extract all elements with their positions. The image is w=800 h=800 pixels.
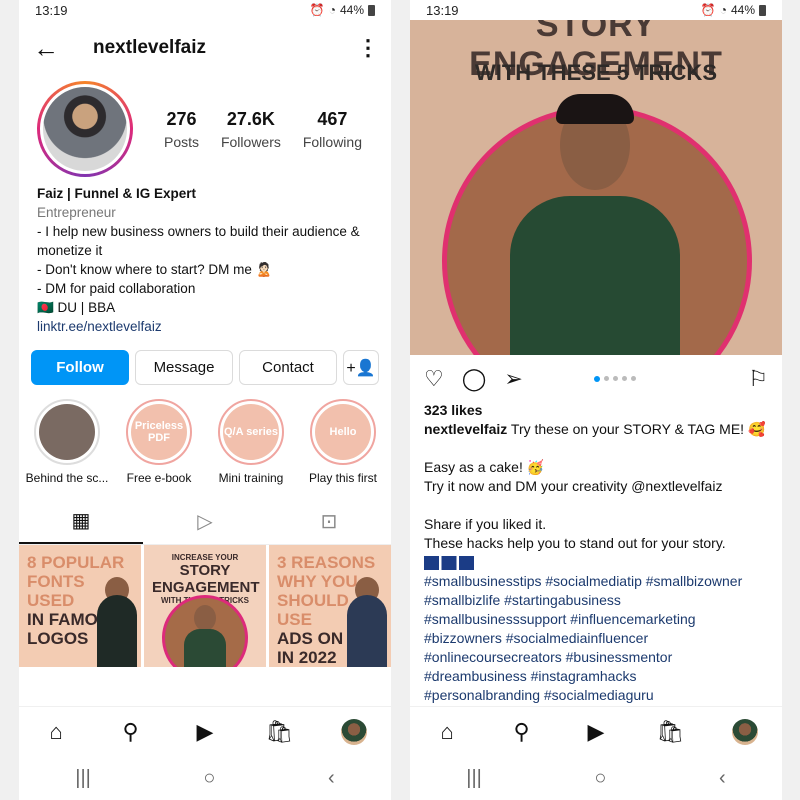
profile-tabs: ▦ ▷ ⊡ (19, 499, 391, 545)
profile-avatar[interactable] (37, 81, 133, 177)
post-image-subtitle: WITH THESE 5 TRICKS (474, 60, 717, 85)
post-screen: 13:19 ⏰ ◔ 44% STORY ENGAGEMENT WITH THES… (410, 0, 782, 800)
story-highlights: Behind the sc... Priceless PDF Free e-bo… (19, 385, 391, 485)
grid-tab-icon[interactable]: ▦ (19, 499, 143, 544)
hashtags[interactable]: #smallbusinesstips #socialmediatip #smal… (424, 572, 768, 705)
message-button[interactable]: Message (135, 350, 233, 385)
bio-line: - I help new business owners to build th… (37, 224, 360, 258)
bio-link[interactable]: linktr.ee/nextlevelfaiz (37, 317, 373, 336)
wifi-icon: ◔ (719, 3, 727, 17)
search-icon[interactable]: ⚲ (111, 719, 151, 745)
bio-name: Faiz | Funnel & IG Expert (37, 186, 197, 201)
contact-button[interactable]: Contact (239, 350, 337, 385)
alarm-icon: ⏰ (309, 3, 325, 17)
emoji-row (424, 556, 474, 571)
post-caption: 323 likes nextlevelfaiz Try these on you… (410, 401, 782, 705)
like-heart-icon[interactable]: ♡ (424, 366, 444, 392)
back-arrow-icon[interactable]: ← (33, 33, 73, 64)
bio-line: - Don't know where to start? DM me 🙎🏻 (37, 262, 273, 277)
highlight-item[interactable]: Behind the sc... (23, 399, 111, 485)
status-time: 13:19 (35, 2, 68, 18)
followers-count[interactable]: 27.6K Followers (221, 109, 281, 150)
caption-username[interactable]: nextlevelfaiz (424, 421, 507, 437)
search-icon[interactable]: ⚲ (502, 719, 542, 745)
system-back-icon[interactable]: ‹ (328, 767, 335, 790)
post-image[interactable]: STORY ENGAGEMENT WITH THESE 5 TRICKS (410, 20, 782, 355)
follow-button[interactable]: Follow (31, 350, 129, 385)
reels-icon[interactable]: ▶ (576, 719, 616, 745)
status-bar: 13:19 ⏰ ◔ 44% (410, 0, 782, 20)
bio-category: Entrepreneur (37, 205, 116, 220)
profile-username: nextlevelfaiz (93, 37, 206, 58)
posts-count[interactable]: 276 Posts (164, 109, 199, 150)
post-actions: ♡ ◯ ➢ ⚐ (410, 355, 782, 403)
bookmark-icon[interactable]: ⚐ (748, 366, 768, 392)
profile-nav-avatar[interactable] (334, 718, 374, 745)
bottom-nav: ⌂ ⚲ ▶ 🛍 (19, 706, 391, 756)
tagged-tab-icon[interactable]: ⊡ (267, 499, 391, 544)
reels-icon[interactable]: ▶ (185, 719, 225, 745)
reels-tab-icon[interactable]: ▷ (143, 499, 267, 544)
carousel-dots (481, 376, 748, 382)
profile-bio: Faiz | Funnel & IG Expert Entrepreneur -… (19, 176, 391, 336)
highlight-item[interactable]: Q/A series Mini training (207, 399, 295, 485)
system-back-icon[interactable]: ‹ (719, 767, 726, 790)
profile-screen: 13:19 ⏰ ◔ 44% ← nextlevelfaiz ⋮ 276 Post… (19, 0, 391, 800)
status-time: 13:19 (426, 2, 459, 18)
home-circle-icon[interactable]: ○ (594, 767, 606, 790)
bio-line: 🇧🇩 DU | BBA (37, 300, 116, 315)
recent-apps-icon[interactable]: ||| (75, 767, 91, 790)
profile-actions: Follow Message Contact +👤 (19, 336, 391, 385)
profile-header: ← nextlevelfaiz ⋮ (19, 20, 391, 76)
highlight-item[interactable]: Hello Play this first (299, 399, 387, 485)
grid-post[interactable]: 3 REASONS WHY YOU SHOULD USE ADS ON IG I… (269, 545, 391, 667)
system-nav-bar: ||| ○ ‹ (410, 756, 782, 800)
profile-nav-avatar[interactable] (725, 718, 765, 745)
likes-count[interactable]: 323 likes (424, 401, 768, 420)
home-icon[interactable]: ⌂ (427, 719, 467, 745)
battery-icon (368, 4, 375, 16)
following-count[interactable]: 467 Following (303, 109, 362, 150)
shop-icon[interactable]: 🛍 (259, 719, 299, 745)
home-circle-icon[interactable]: ○ (203, 767, 215, 790)
more-options-icon[interactable]: ⋮ (357, 35, 379, 61)
battery-icon (759, 4, 766, 16)
shop-icon[interactable]: 🛍 (650, 719, 690, 745)
wifi-icon: ◔ (328, 3, 336, 17)
recent-apps-icon[interactable]: ||| (466, 767, 482, 790)
grid-post[interactable]: 8 POPULAR FONTS USED IN FAMOUS LOGOS (19, 545, 141, 667)
battery-level: 44% (730, 3, 755, 17)
grid-post[interactable]: INCREASE YOUR STORY ENGAGEMENT WITH THES… (144, 545, 266, 667)
status-bar: 13:19 ⏰ ◔ 44% (19, 0, 391, 20)
alarm-icon: ⏰ (700, 3, 716, 17)
home-icon[interactable]: ⌂ (36, 719, 76, 745)
highlight-item[interactable]: Priceless PDF Free e-book (115, 399, 203, 485)
system-nav-bar: ||| ○ ‹ (19, 756, 391, 800)
bottom-nav: ⌂ ⚲ ▶ 🛍 (410, 706, 782, 756)
add-user-icon[interactable]: +👤 (343, 350, 379, 385)
bio-line: - DM for paid collaboration (37, 281, 196, 296)
profile-stats: 276 Posts 27.6K Followers 467 Following (133, 109, 373, 150)
posts-grid: 8 POPULAR FONTS USED IN FAMOUS LOGOS INC… (19, 545, 391, 667)
battery-level: 44% (339, 3, 364, 17)
